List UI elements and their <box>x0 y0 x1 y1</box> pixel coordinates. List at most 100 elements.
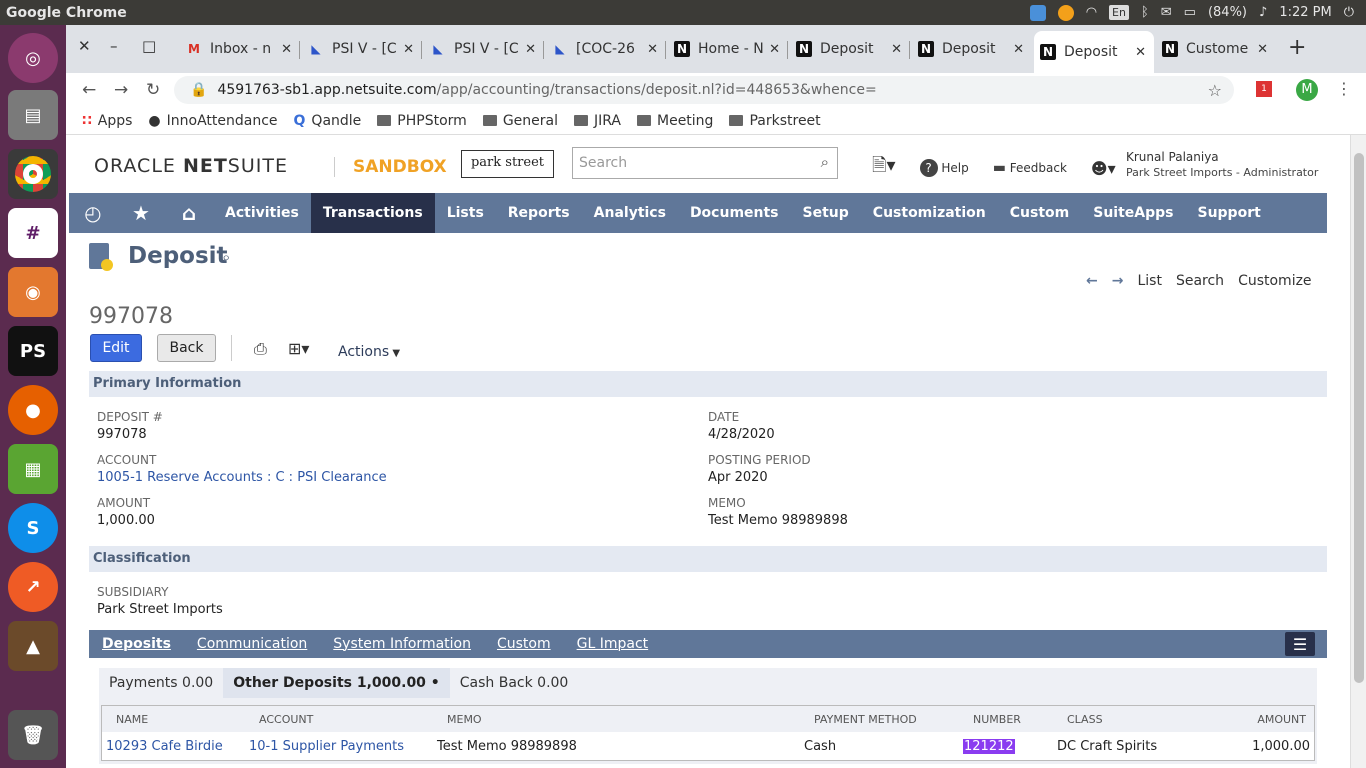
classification-header[interactable]: Classification <box>89 546 1327 572</box>
primary-information-header[interactable]: Primary Information <box>89 371 1327 397</box>
firefox-icon[interactable]: ● <box>8 385 58 435</box>
close-window-icon[interactable]: ✕ <box>78 37 91 55</box>
next-record-icon[interactable]: → <box>1112 273 1124 289</box>
trash-icon[interactable]: 🗑 <box>8 710 58 760</box>
add-to-menu-icon[interactable]: ⊞▾ <box>288 339 309 358</box>
actions-menu[interactable]: Actions ▼ <box>338 344 400 360</box>
browser-tab[interactable]: M Inbox - n ✕ <box>180 35 300 63</box>
bookmark-general[interactable]: General <box>482 113 558 129</box>
close-tab-icon[interactable]: ✕ <box>1135 45 1146 60</box>
search-link[interactable]: Search <box>1176 273 1224 289</box>
browser-tab[interactable]: ◣ PSI V - [C ✕ <box>424 35 544 63</box>
close-tab-icon[interactable]: ✕ <box>647 42 658 57</box>
help-link[interactable]: ? Help <box>919 159 969 177</box>
feedback-link[interactable]: ▬ Feedback <box>993 160 1067 176</box>
chrome-icon[interactable] <box>8 149 58 199</box>
scrollbar-thumb[interactable] <box>1354 153 1364 683</box>
tab-custom[interactable]: Custom <box>484 636 564 652</box>
mail-icon[interactable]: ✉ <box>1161 5 1172 20</box>
back-button[interactable]: Back <box>157 334 216 362</box>
browser-tab[interactable]: ◣ [COC-26 ✕ <box>546 35 666 63</box>
close-tab-icon[interactable]: ✕ <box>525 42 536 57</box>
maximize-window-icon[interactable]: □ <box>142 37 156 55</box>
row-account-link[interactable]: 10-1 Supplier Payments <box>249 739 404 754</box>
tab-cash-back[interactable]: Cash Back 0.00 <box>450 668 579 698</box>
menu-activities[interactable]: Activities <box>213 193 311 233</box>
favorites-star-icon[interactable]: ★ <box>117 193 165 233</box>
menu-transactions[interactable]: Transactions <box>310 193 435 233</box>
chrome-menu-icon[interactable]: ⋮ <box>1336 79 1352 98</box>
calc-icon[interactable]: ▦ <box>8 444 58 494</box>
battery-icon[interactable]: ▭ <box>1184 5 1196 20</box>
edit-button[interactable]: Edit <box>90 334 142 362</box>
global-search-input[interactable]: Search ⌕ <box>572 147 838 179</box>
row-name-link[interactable]: 10293 Cafe Birdie <box>106 739 223 754</box>
subtab-menu-icon[interactable]: ☰ <box>1285 632 1315 656</box>
ubuntu-dash-icon[interactable]: ◎ <box>8 33 58 83</box>
new-tab-icon[interactable]: + <box>1288 35 1306 60</box>
profile-avatar[interactable]: M <box>1296 79 1318 101</box>
browser-tab-active[interactable]: N Deposit ✕ <box>1034 31 1154 73</box>
tab-payments[interactable]: Payments 0.00 <box>99 668 223 698</box>
wifi-icon[interactable]: ◠ <box>1086 5 1097 20</box>
previous-record-icon[interactable]: ← <box>1086 273 1098 289</box>
close-tab-icon[interactable]: ✕ <box>769 42 780 57</box>
browser-tab[interactable]: N Home - N ✕ <box>668 35 788 63</box>
print-icon[interactable]: ⎙ <box>254 339 267 359</box>
user-menu[interactable]: Krunal Palaniya Park Street Imports - Ad… <box>1126 149 1318 181</box>
bookmark-phpstorm[interactable]: PHPStorm <box>377 113 467 129</box>
create-new-icon[interactable]: 🗎▾ <box>872 153 896 183</box>
menu-documents[interactable]: Documents <box>678 193 791 233</box>
search-icon[interactable]: ⌕ <box>821 153 829 171</box>
back-arrow-icon[interactable]: ← <box>82 80 96 100</box>
menu-lists[interactable]: Lists <box>435 193 496 233</box>
tab-deposits[interactable]: Deposits <box>89 636 184 652</box>
home-icon[interactable]: ⌂ <box>165 193 213 233</box>
tab-system-information[interactable]: System Information <box>320 636 484 652</box>
clock-tray-icon[interactable] <box>1057 4 1074 21</box>
menu-reports[interactable]: Reports <box>496 193 582 233</box>
skype-icon[interactable]: S <box>8 503 58 553</box>
slack-icon[interactable]: # <box>8 208 58 258</box>
close-tab-icon[interactable]: ✕ <box>1257 42 1268 57</box>
browser-tab[interactable]: N Deposit ✕ <box>790 35 910 63</box>
menu-analytics[interactable]: Analytics <box>582 193 678 233</box>
menu-support[interactable]: Support <box>1185 193 1272 233</box>
browser-tab[interactable]: ◣ PSI V - [C ✕ <box>302 35 422 63</box>
clock[interactable]: 1:22 PM <box>1279 5 1331 20</box>
address-bar[interactable]: 🔒 4591763-sb1.app.netsuite.com/app/accou… <box>174 76 1234 104</box>
browser-tab[interactable]: N Deposit ✕ <box>912 35 1032 63</box>
files-icon[interactable]: ▤ <box>8 90 58 140</box>
lock-icon[interactable]: 🔒 <box>190 82 207 98</box>
bookmark-meeting[interactable]: Meeting <box>637 113 713 129</box>
search-record-icon[interactable]: ⌕ <box>222 248 230 266</box>
minimize-window-icon[interactable]: – <box>110 37 118 55</box>
menu-customization[interactable]: Customization <box>861 193 998 233</box>
tab-other-deposits[interactable]: Other Deposits 1,000.00 • <box>223 668 450 698</box>
list-link[interactable]: List <box>1137 273 1161 289</box>
customize-link[interactable]: Customize <box>1238 273 1312 289</box>
account-link[interactable]: 1005-1 Reserve Accounts : C : PSI Cleara… <box>97 470 387 485</box>
dbeaver-icon[interactable]: ▲ <box>8 621 58 671</box>
menu-custom[interactable]: Custom <box>998 193 1081 233</box>
close-tab-icon[interactable]: ✕ <box>891 42 902 57</box>
bookmark-star-icon[interactable]: ☆ <box>1208 81 1222 100</box>
menu-setup[interactable]: Setup <box>791 193 861 233</box>
extension-icon[interactable]: 1 <box>1256 81 1272 97</box>
volume-icon[interactable]: ♪ <box>1259 5 1267 20</box>
power-icon[interactable]: ⏻ <box>1344 5 1354 20</box>
close-tab-icon[interactable]: ✕ <box>281 42 292 57</box>
bookmark-jira[interactable]: JIRA <box>574 113 621 129</box>
phpstorm-icon[interactable]: PS <box>8 326 58 376</box>
slack-tray-icon[interactable] <box>1029 4 1046 21</box>
close-tab-icon[interactable]: ✕ <box>1013 42 1024 57</box>
forward-arrow-icon[interactable]: → <box>114 80 128 100</box>
user-roles-icon[interactable]: ☻▾ <box>1091 159 1116 178</box>
bookmark-apps[interactable]: ∷ Apps <box>82 113 132 129</box>
browser-tab[interactable]: N Custome ✕ <box>1156 35 1276 63</box>
page-scrollbar[interactable] <box>1350 135 1366 768</box>
bluetooth-icon[interactable]: ᛒ <box>1141 5 1149 20</box>
close-tab-icon[interactable]: ✕ <box>403 42 414 57</box>
tab-gl-impact[interactable]: GL Impact <box>564 636 662 652</box>
tab-communication[interactable]: Communication <box>184 636 320 652</box>
